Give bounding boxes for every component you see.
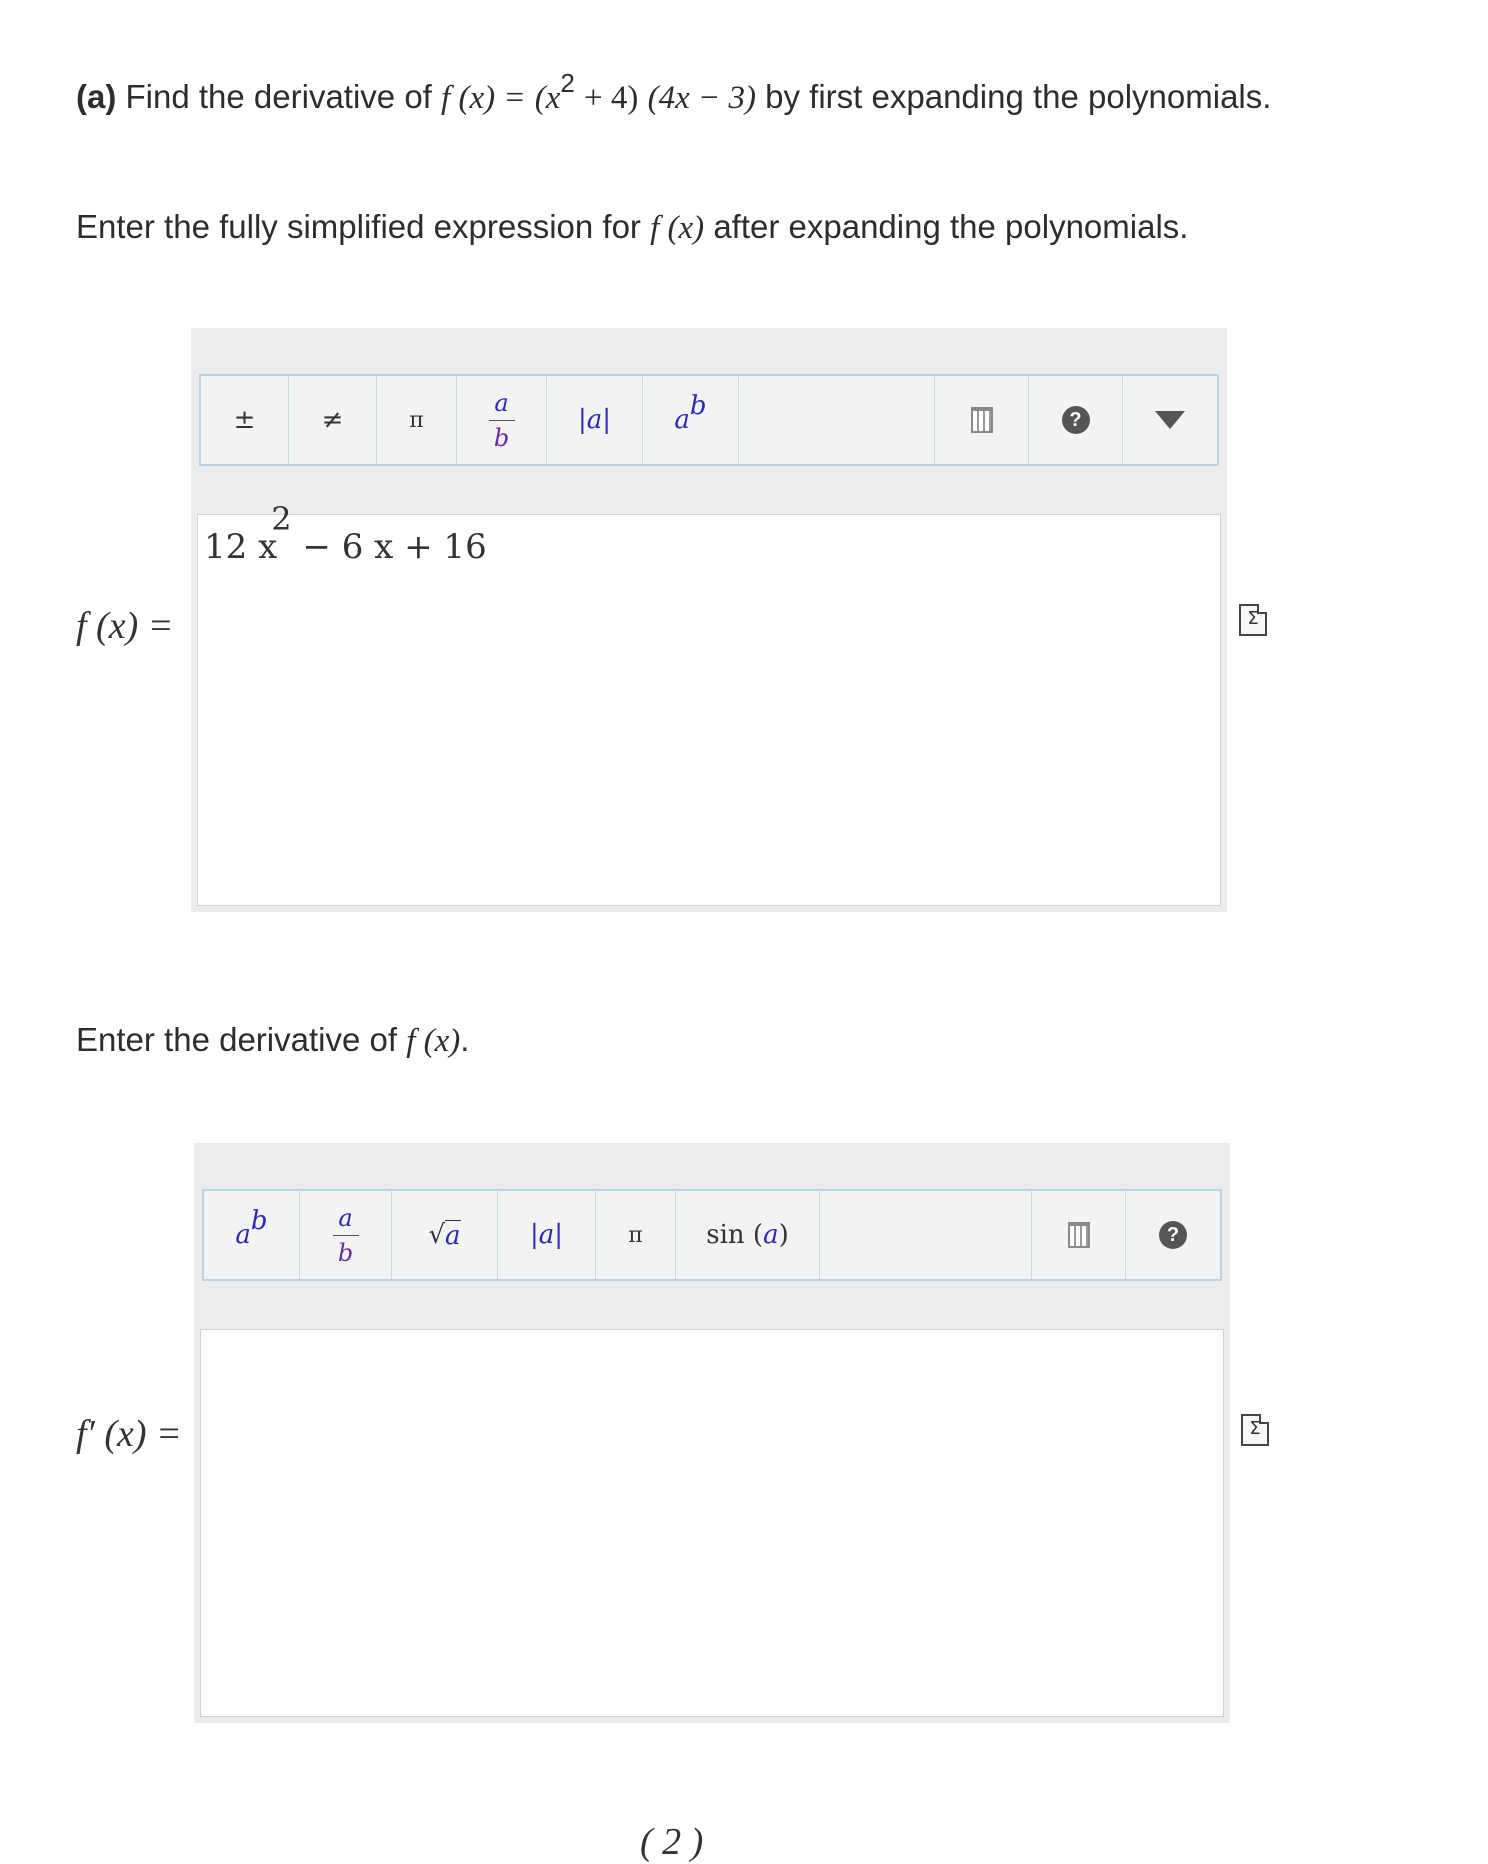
help-icon: ?: [1061, 406, 1090, 434]
function-lhs: f (x) =: [441, 80, 526, 116]
chevron-down-icon: [1155, 411, 1185, 429]
prompt-derivative: Enter the derivative of f (x).: [76, 1017, 469, 1064]
expand-toolbar-button[interactable]: [1123, 376, 1217, 464]
part-label: (a): [76, 78, 117, 115]
fraction-button[interactable]: ab: [300, 1191, 392, 1279]
clear-button[interactable]: [1032, 1191, 1126, 1279]
square-root-button[interactable]: √ a: [392, 1191, 498, 1279]
prompt1-before: Enter the fully simplified expression fo…: [76, 208, 641, 245]
function-rhs-3: (4x − 3): [647, 80, 756, 116]
math-toolbar: ± ≠ π ab |a| ab ?: [199, 374, 1219, 466]
exponent-button[interactable]: ab: [204, 1191, 300, 1279]
fx-label: f (x) =: [76, 605, 174, 647]
pi-button[interactable]: π: [377, 376, 457, 464]
expanded-expression-input[interactable]: 12 x2 − 6 x + 16: [197, 500, 1221, 906]
question-text-after: by first expanding the polynomials.: [765, 78, 1272, 115]
function-rhs-exponent: 2: [560, 68, 575, 98]
sigma-icon[interactable]: Σ: [1241, 1414, 1269, 1446]
exponent-button[interactable]: ab: [643, 376, 739, 464]
expression-value: 12 x2 − 6 x + 16: [204, 500, 487, 567]
plus-minus-button[interactable]: ±: [201, 376, 289, 464]
prompt1-fx: f (x): [650, 210, 705, 246]
toolbar-spacer: [820, 1191, 1032, 1279]
help-icon: ?: [1159, 1221, 1187, 1249]
trash-icon: [1067, 1222, 1090, 1248]
sigma-icon[interactable]: Σ: [1239, 604, 1267, 636]
help-button[interactable]: ?: [1126, 1191, 1220, 1279]
help-button[interactable]: ?: [1029, 376, 1123, 464]
absolute-value-button[interactable]: |a|: [547, 376, 643, 464]
math-editor-expanded: ± ≠ π ab |a| ab ? 12 x2 − 6 x + 16: [191, 328, 1227, 912]
toolbar-spacer: [739, 376, 935, 464]
derivative-input[interactable]: [200, 1329, 1224, 1717]
function-rhs-2: + 4): [584, 80, 639, 116]
not-equal-button[interactable]: ≠: [289, 376, 377, 464]
absolute-value-button[interactable]: |a|: [498, 1191, 596, 1279]
fraction-button[interactable]: ab: [457, 376, 547, 464]
question-text-before: Find the derivative of: [125, 78, 432, 115]
next-question-fragment: ( 2 ): [640, 1821, 704, 1863]
math-toolbar-2: ab ab √ a |a| π sin (a) ?: [202, 1189, 1222, 1281]
clear-button[interactable]: [935, 376, 1029, 464]
prompt2-fx: f (x): [406, 1023, 461, 1059]
fprime-label: f′ (x) =: [76, 1413, 182, 1455]
function-rhs-1: (x: [534, 80, 561, 116]
prompt-expanded-expression: Enter the fully simplified expression fo…: [76, 204, 1188, 251]
math-editor-derivative: ab ab √ a |a| π sin (a) ?: [194, 1143, 1230, 1723]
prompt2-after: .: [460, 1021, 470, 1058]
sine-button[interactable]: sin (a): [676, 1191, 820, 1279]
prompt2-before: Enter the derivative of: [76, 1021, 398, 1058]
prompt1-after: after expanding the polynomials.: [713, 208, 1189, 245]
question-statement: (a) Find the derivative of f (x) = (x2 +…: [76, 58, 1271, 123]
pi-button[interactable]: π: [596, 1191, 676, 1279]
trash-icon: [970, 407, 993, 433]
